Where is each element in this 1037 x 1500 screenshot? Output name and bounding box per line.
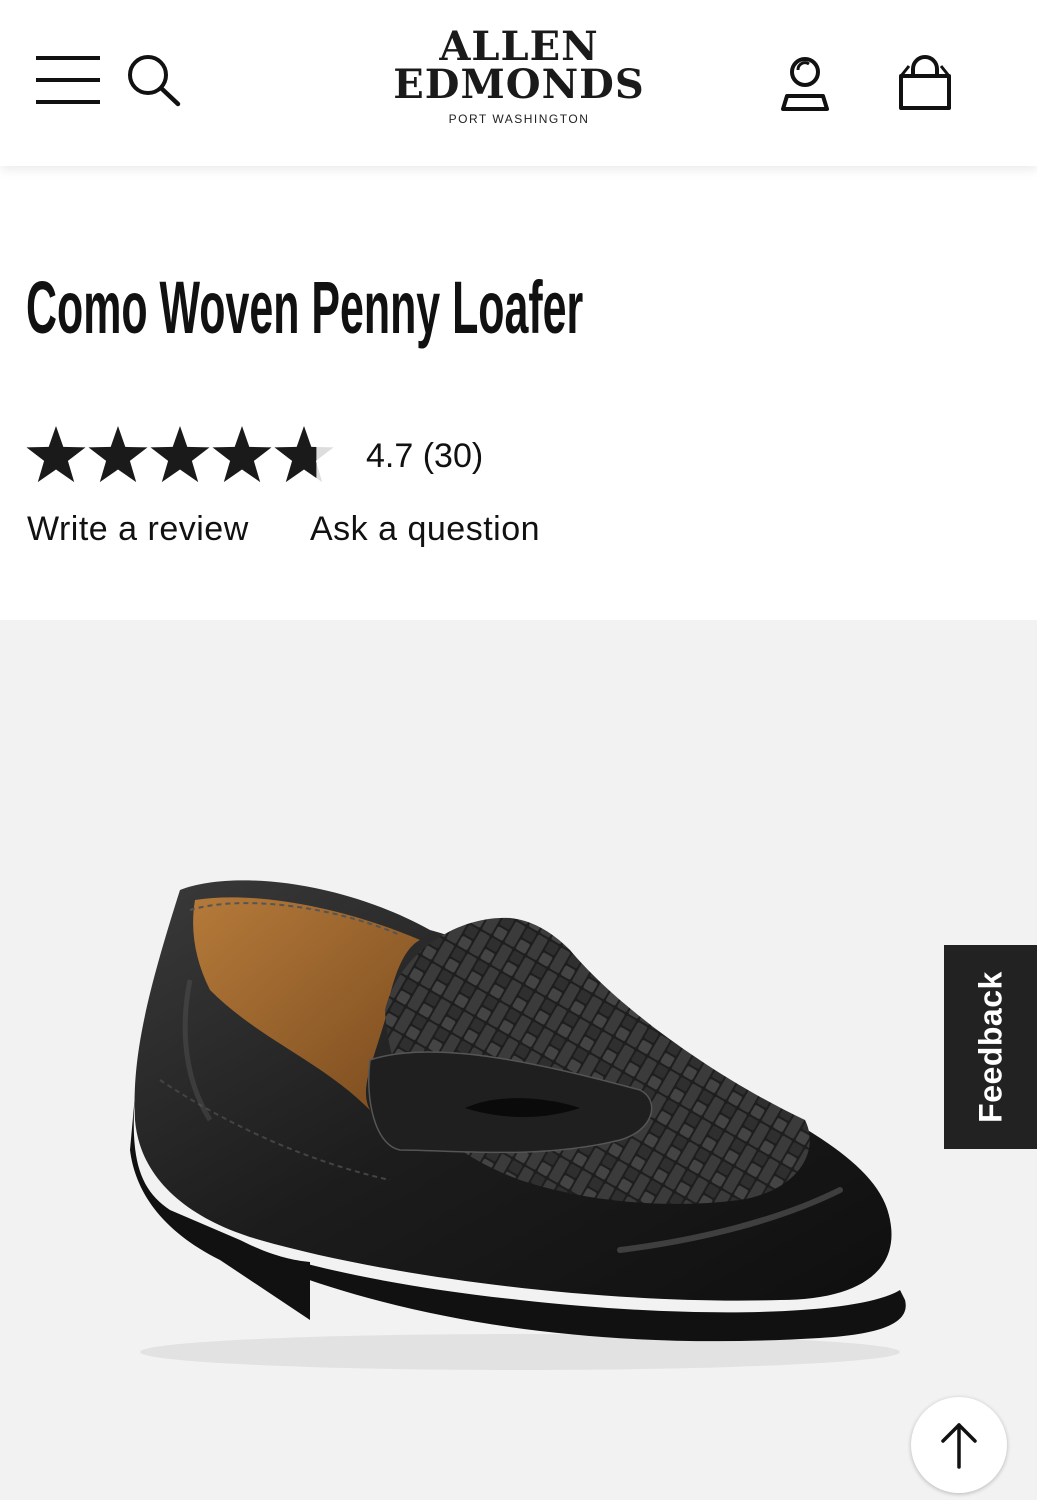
logo-line-2: EDMONDS [393, 61, 645, 108]
brand-logo[interactable]: ALLEN EDMONDS PORT WASHINGTON [388, 27, 650, 127]
write-review-link[interactable]: Write a review [27, 506, 249, 552]
star-full-icon [150, 426, 210, 483]
scroll-to-top-button[interactable] [911, 1397, 1007, 1493]
search-button[interactable] [124, 52, 184, 108]
arrow-up-icon [941, 1423, 977, 1469]
star-full-icon [212, 426, 272, 483]
menu-icon-bar [36, 100, 100, 104]
shopping-bag-icon [899, 55, 951, 110]
search-icon [128, 55, 181, 107]
product-image [130, 880, 906, 1370]
logo-subtitle: PORT WASHINGTON [448, 112, 590, 126]
cart-button[interactable] [896, 54, 954, 112]
review-links: Write a review Ask a question [27, 506, 627, 552]
rating-summary: 4.7 (30) [366, 437, 484, 475]
product-title: Como Woven Penny Loafer [26, 266, 584, 349]
star-full-icon [26, 426, 86, 483]
product-image-gallery[interactable]: Feedback [0, 620, 1037, 1500]
star-rating [26, 426, 334, 483]
feedback-label: Feedback [972, 971, 1008, 1123]
menu-icon-bar [36, 56, 100, 60]
menu-button[interactable] [36, 56, 100, 104]
ask-question-link[interactable]: Ask a question [310, 506, 540, 552]
account-button[interactable] [778, 56, 832, 112]
product-rating[interactable]: 4.7 (30) [26, 424, 546, 488]
feedback-tab[interactable]: Feedback [944, 945, 1037, 1149]
menu-icon-bar [36, 78, 100, 82]
site-header: ALLEN EDMONDS PORT WASHINGTON [0, 0, 1037, 166]
star-full-icon [88, 426, 148, 483]
account-icon [781, 57, 829, 111]
